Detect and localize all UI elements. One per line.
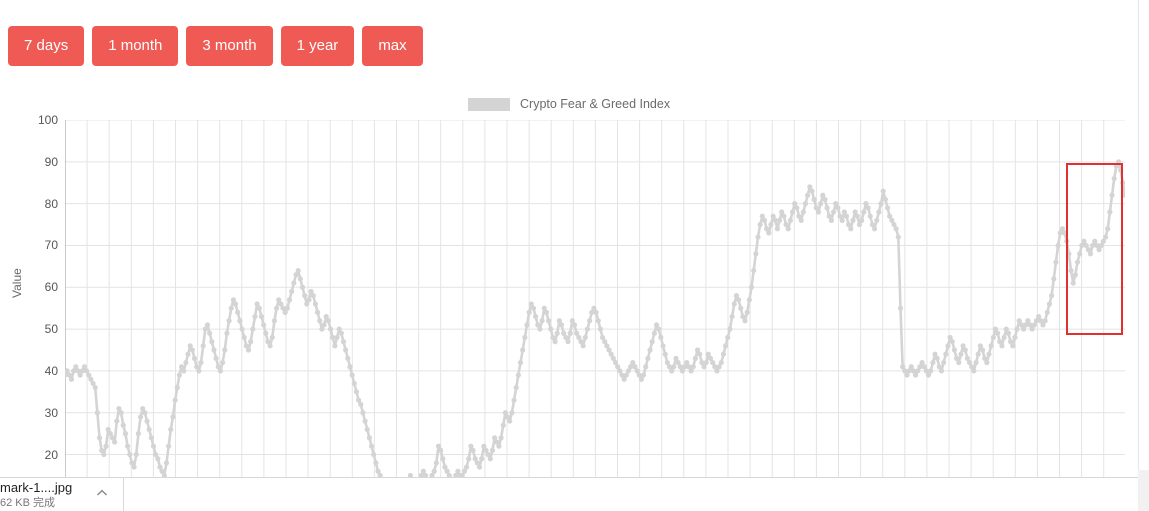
y-tick-label: 20 — [44, 447, 58, 462]
download-item-text: mark-1....jpg 62 KB 完成 — [0, 480, 72, 510]
download-bar: mark-1....jpg 62 KB 完成 — [0, 477, 1138, 511]
y-tick-label: 30 — [44, 405, 58, 420]
y-tick-label: 90 — [44, 154, 58, 169]
plot-area: Value 100 90 80 70 60 50 40 30 20 — [0, 113, 1138, 488]
y-tick-label: 70 — [44, 238, 58, 253]
range-button-1-year[interactable]: 1 year — [280, 26, 355, 66]
y-tick-label: 40 — [44, 363, 58, 378]
range-button-3-month[interactable]: 3 month — [186, 26, 273, 66]
download-item[interactable]: mark-1....jpg 62 KB 完成 — [0, 478, 124, 511]
chart-container: Crypto Fear & Greed Index Value 100 90 80 7… — [0, 88, 1138, 488]
chevron-up-icon[interactable] — [95, 486, 109, 500]
scrollbar-thumb[interactable] — [1138, 0, 1149, 470]
y-axis-ticks: 100 90 80 70 60 50 40 30 20 — [24, 113, 58, 488]
y-tick-label: 100 — [37, 113, 58, 127]
page-scrollbar[interactable] — [1138, 0, 1149, 511]
download-file-status: 62 KB 完成 — [0, 496, 56, 509]
y-tick-label: 60 — [44, 280, 58, 295]
download-file-name: mark-1....jpg — [0, 479, 73, 495]
legend-swatch-icon — [468, 97, 510, 111]
chart-legend: Crypto Fear & Greed Index — [468, 97, 670, 111]
page-root: 7 days 1 month 3 month 1 year max Crypto… — [0, 0, 1149, 511]
range-button-max[interactable]: max — [362, 26, 423, 66]
plot-canvas — [65, 120, 1125, 488]
range-button-7-days[interactable]: 7 days — [8, 26, 85, 66]
legend-label: Crypto Fear & Greed Index — [520, 97, 671, 111]
range-button-1-month[interactable]: 1 month — [92, 26, 179, 66]
y-tick-label: 80 — [44, 196, 58, 211]
range-selector: 7 days 1 month 3 month 1 year max — [8, 26, 423, 66]
y-axis-title: Value — [10, 268, 24, 298]
y-tick-label: 50 — [44, 322, 58, 337]
chart-svg — [65, 120, 1125, 488]
